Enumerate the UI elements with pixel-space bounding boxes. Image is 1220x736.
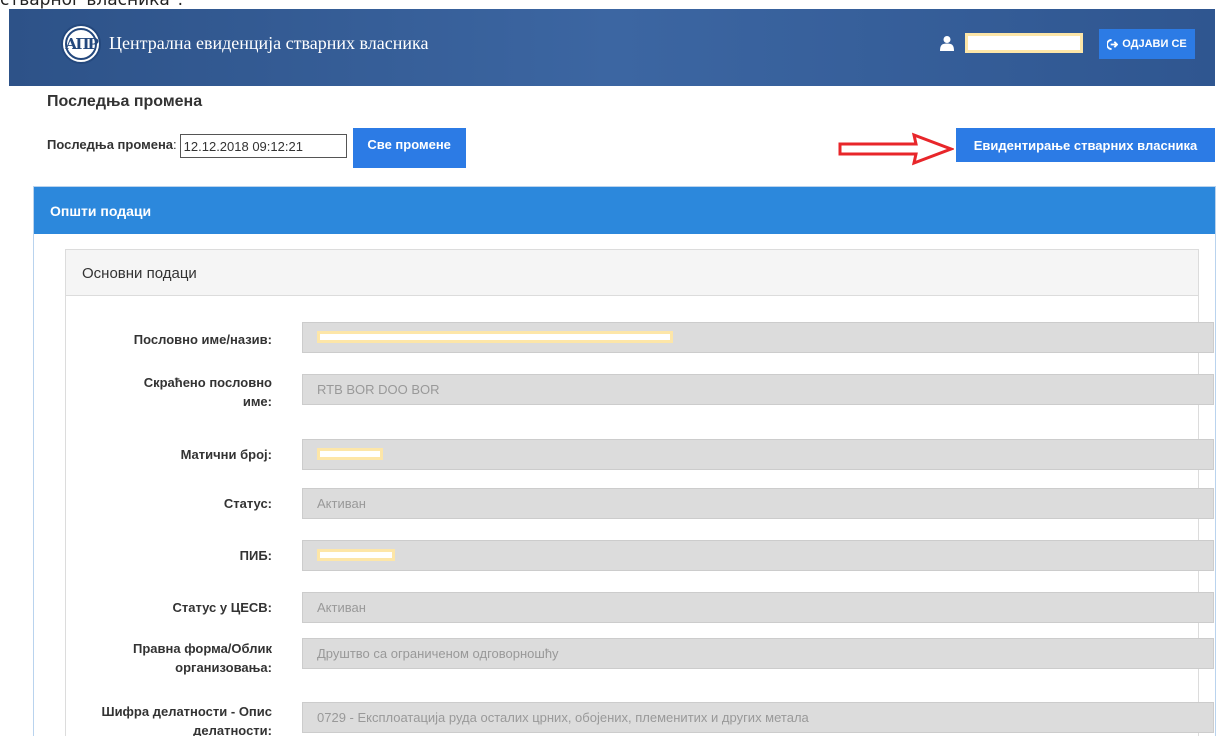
basic-data-panel: Основни подаци Пословно име/назив: Скраћ… xyxy=(65,249,1214,736)
basic-data-header: Основни подаци xyxy=(66,250,1198,296)
field-label: Скраћено пословно име: xyxy=(143,375,272,409)
apr-logo[interactable]: АПР xyxy=(61,24,101,64)
field-value: RTB BOR DOO BOR xyxy=(302,374,1214,405)
last-change-label: Последња промена: xyxy=(47,137,177,152)
field-value: Активан xyxy=(302,592,1214,623)
general-data-panel: Општи подаци Основни подаци Пословно име… xyxy=(33,186,1216,736)
page-title: Последња промена xyxy=(47,93,203,110)
field-label: ПИБ: xyxy=(239,548,272,563)
app-title: Централна евиденција стварних власника xyxy=(109,33,429,53)
field-label: Матични број: xyxy=(180,447,272,462)
redacted-value xyxy=(317,448,383,460)
field-label: Шифра делатности - Опис делатности: xyxy=(101,704,273,736)
field-label: Статус: xyxy=(223,496,272,511)
last-change-input[interactable] xyxy=(179,134,347,158)
field-label: Пословно име/назив: xyxy=(133,332,272,347)
logo-text: АПР xyxy=(65,28,99,60)
field-value xyxy=(302,439,1214,470)
username-redacted xyxy=(965,33,1083,53)
logout-label: ОДЈАВИ СЕ xyxy=(1122,38,1187,50)
sign-out-icon xyxy=(1107,38,1119,50)
field-label: Правна форма/Облик организовања: xyxy=(133,641,272,675)
field-value: Друштво са ограниченом одговорношћу xyxy=(302,638,1214,669)
field-label: Статус у ЦЕСВ: xyxy=(172,600,272,615)
field-value: Активан xyxy=(302,488,1214,519)
field-value xyxy=(302,540,1214,571)
all-changes-button[interactable]: Све промене xyxy=(352,128,466,168)
general-data-header: Општи подаци xyxy=(34,187,1215,234)
red-arrow-annotation xyxy=(838,132,954,166)
logout-button[interactable]: ОДЈАВИ СЕ xyxy=(1099,29,1195,59)
field-value: 0729 - Експлоатација руда осталих црних,… xyxy=(302,702,1214,733)
user-icon xyxy=(940,36,954,51)
redacted-value xyxy=(317,331,673,343)
last-change-row: Последња промена: Све промене xyxy=(47,128,466,168)
navbar: АПР Централна евиденција стварних власни… xyxy=(9,9,1215,86)
redacted-value xyxy=(317,549,395,561)
field-value xyxy=(302,322,1214,353)
register-beneficial-owners-button[interactable]: Евидентирање стварних власника xyxy=(956,128,1215,162)
